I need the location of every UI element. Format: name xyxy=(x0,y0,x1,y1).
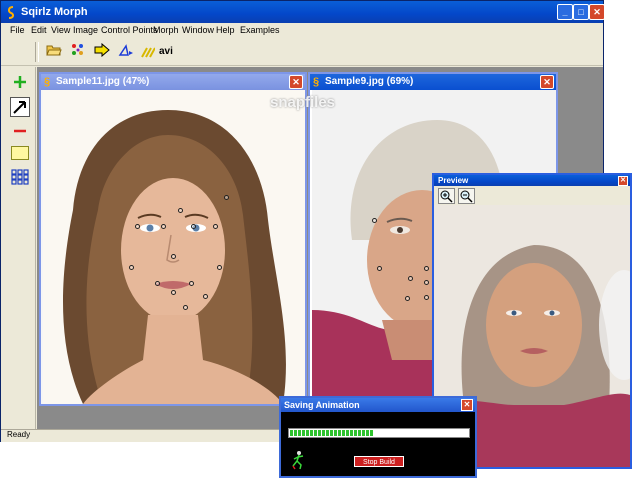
status-text: Ready xyxy=(7,430,31,439)
control-point[interactable] xyxy=(171,290,176,295)
main-titlebar[interactable]: Sqirlz Morph _ □ ✕ xyxy=(1,1,605,23)
control-point[interactable] xyxy=(203,294,208,299)
control-point[interactable] xyxy=(161,224,166,229)
control-point[interactable] xyxy=(408,276,413,281)
close-button[interactable]: ✕ xyxy=(589,4,605,20)
control-point[interactable] xyxy=(213,224,218,229)
source-photo-young-woman xyxy=(43,90,305,404)
menu-morph[interactable]: Morph xyxy=(153,25,179,35)
saving-titlebar[interactable]: Saving Animation ✕ xyxy=(281,398,475,412)
toolbar: avi xyxy=(1,39,603,66)
preview-title: Preview xyxy=(438,176,469,185)
close-icon[interactable]: ✕ xyxy=(618,176,628,186)
app-icon: § xyxy=(313,76,320,88)
menu-bar: File Edit View Image Control Points Morp… xyxy=(1,23,603,39)
image-window-left[interactable]: § Sample11.jpg (47%) ✕ xyxy=(39,72,307,406)
menu-edit[interactable]: Edit xyxy=(31,25,47,35)
avi-icon[interactable]: avi xyxy=(141,43,177,61)
control-point[interactable] xyxy=(224,195,229,200)
maximize-button[interactable]: □ xyxy=(573,4,589,20)
control-point[interactable] xyxy=(217,265,222,270)
close-icon[interactable]: ✕ xyxy=(289,75,303,89)
progress-fill xyxy=(290,430,374,436)
app-title: Sqirlz Morph xyxy=(21,6,88,18)
control-point[interactable] xyxy=(424,280,429,285)
grid-icon[interactable] xyxy=(11,169,29,185)
control-point[interactable] xyxy=(171,254,176,259)
control-points-icon[interactable] xyxy=(69,43,87,61)
running-figure-icon xyxy=(290,450,306,470)
preview-titlebar[interactable]: Preview ✕ xyxy=(434,175,630,186)
delete-point-icon[interactable] xyxy=(12,123,28,139)
menu-file[interactable]: File xyxy=(10,25,25,35)
menu-control-points[interactable]: Control Points xyxy=(101,25,158,35)
control-point[interactable] xyxy=(135,224,140,229)
control-point[interactable] xyxy=(405,296,410,301)
app-icon: § xyxy=(44,76,51,88)
add-point-icon[interactable] xyxy=(12,74,28,90)
image-window-left-title: Sample11.jpg (47%) xyxy=(56,76,150,87)
control-point[interactable] xyxy=(189,281,194,286)
watermark: snapfiles xyxy=(270,94,336,111)
move-point-icon[interactable] xyxy=(10,97,30,117)
menu-image[interactable]: Image xyxy=(73,25,98,35)
saving-animation-dialog: Saving Animation ✕ Stop Build xyxy=(279,396,477,478)
close-icon[interactable]: ✕ xyxy=(540,75,554,89)
toolbar-separator xyxy=(35,42,39,62)
control-point[interactable] xyxy=(424,295,429,300)
control-point[interactable] xyxy=(372,218,377,223)
control-point[interactable] xyxy=(191,224,196,229)
app-icon xyxy=(6,5,16,19)
menu-help[interactable]: Help xyxy=(216,25,235,35)
stop-build-button[interactable]: Stop Build xyxy=(354,456,404,467)
image-window-right-titlebar[interactable]: § Sample9.jpg (69%) ✕ xyxy=(310,74,556,90)
control-point[interactable] xyxy=(178,208,183,213)
control-point[interactable] xyxy=(424,266,429,271)
menu-window[interactable]: Window xyxy=(182,25,214,35)
close-icon[interactable]: ✕ xyxy=(461,399,473,411)
image-window-left-titlebar[interactable]: § Sample11.jpg (47%) ✕ xyxy=(41,74,305,90)
progress-bar xyxy=(288,428,470,438)
menu-examples[interactable]: Examples xyxy=(240,25,280,35)
minimize-button[interactable]: _ xyxy=(557,4,573,20)
control-point[interactable] xyxy=(183,305,188,310)
saving-title: Saving Animation xyxy=(284,400,360,410)
control-point[interactable] xyxy=(377,266,382,271)
avi-label: avi xyxy=(159,46,173,57)
zoom-in-icon[interactable] xyxy=(438,188,455,204)
image-window-right-title: Sample9.jpg (69%) xyxy=(325,76,414,87)
select-rect-icon[interactable] xyxy=(11,146,29,160)
control-point[interactable] xyxy=(155,281,160,286)
zoom-out-icon[interactable] xyxy=(458,188,475,204)
arrow-right-icon[interactable] xyxy=(93,42,111,61)
morph-icon[interactable] xyxy=(117,43,135,61)
open-folder-icon[interactable] xyxy=(45,43,63,61)
control-point[interactable] xyxy=(129,265,134,270)
point-tools-bar xyxy=(6,67,36,429)
menu-view[interactable]: View xyxy=(51,25,70,35)
